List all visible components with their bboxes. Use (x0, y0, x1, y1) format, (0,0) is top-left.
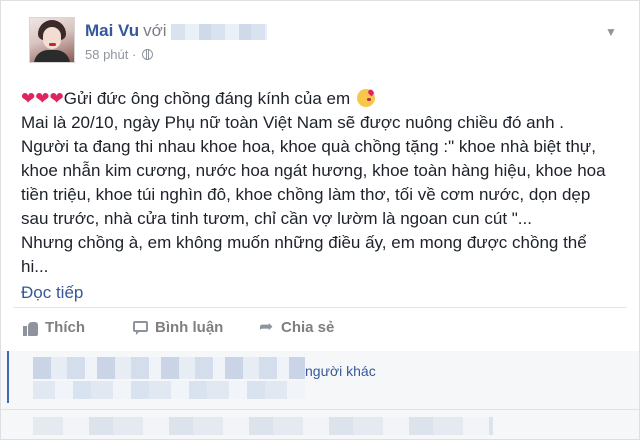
post-line-5: tiền triệu, khoe túi nghìn đô, khoe chồn… (21, 185, 591, 204)
post-time[interactable]: 58 phút (85, 47, 128, 62)
post-meta: 58 phút · (85, 47, 153, 62)
read-more-link[interactable]: Đọc tiếp (21, 281, 83, 305)
post-header: Mai Vu với 58 phút · ▼ (29, 17, 629, 69)
chevron-down-icon[interactable]: ▼ (605, 26, 617, 38)
heart-emojis: ❤❤❤ (21, 89, 64, 108)
share-label: Chia sẻ (281, 319, 335, 336)
post-line-3: Người ta đang thi nhau khoe hoa, khoe qu… (21, 137, 596, 156)
reactions-names-blurred (33, 357, 305, 379)
comments-blurred (33, 417, 493, 435)
globe-icon[interactable] (141, 49, 153, 60)
avatar[interactable] (29, 17, 75, 63)
author-name[interactable]: Mai Vu (85, 21, 139, 40)
like-button[interactable]: Thích (23, 319, 85, 336)
footer-divider (1, 409, 639, 410)
post-line-8: hi... (21, 257, 49, 276)
tagged-friend-blurred (170, 23, 267, 40)
post-line-2: Mai là 20/10, ngày Phụ nữ toàn Việt Nam … (21, 113, 564, 132)
post-content: ❤❤❤Gửi đức ông chồng đáng kính của em Ma… (21, 87, 631, 305)
share-button[interactable]: Chia sẻ (259, 317, 335, 337)
comment-icon (133, 320, 149, 336)
kiss-emoji-icon (356, 89, 375, 107)
footer-accent-bar (7, 351, 9, 403)
author-line: Mai Vu với (85, 21, 267, 41)
divider (13, 307, 627, 308)
share-icon (259, 317, 275, 337)
post-card: Mai Vu với 58 phút · ▼ ❤❤❤Gửi đức ông chồ… (0, 0, 640, 440)
meta-separator: · (132, 47, 137, 62)
like-label: Thích (45, 319, 85, 336)
post-line-7: Nhưng chồng à, em không muốn những điều … (21, 233, 587, 252)
comment-label: Bình luận (155, 319, 224, 336)
post-line-6: sau trước, nhà cửa tinh tươm, chỉ cần vợ… (21, 209, 532, 228)
with-label: với (143, 21, 167, 40)
reactions-names-blurred-2 (33, 381, 305, 399)
post-line-1: ❤❤❤Gửi đức ông chồng đáng kính của em (21, 87, 631, 111)
comment-button[interactable]: Bình luận (133, 319, 223, 336)
others-link[interactable]: người khác (305, 363, 376, 379)
thumbs-up-icon (23, 320, 39, 336)
reactions-footer: người khác (1, 351, 639, 439)
post-line-4: khoe nhẫn kim cương, nước hoa ngát hương… (21, 161, 606, 180)
